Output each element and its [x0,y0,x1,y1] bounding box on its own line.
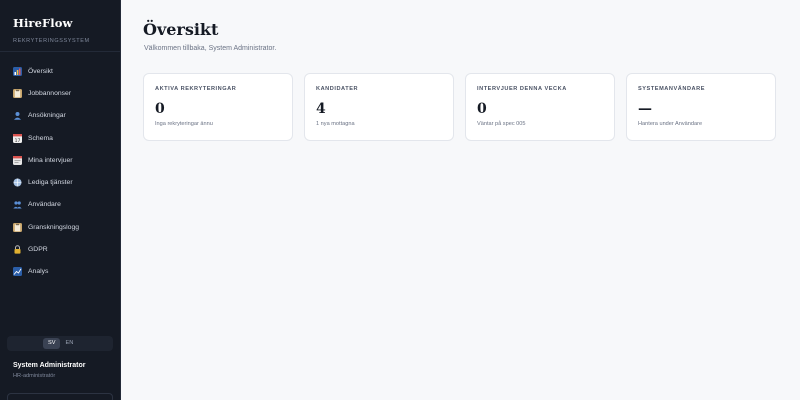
trend-chart-icon [13,267,22,277]
app-subtitle: REKRYTERINGSSYSTEM [13,38,90,44]
stat-cards: AKTIVA REKRYTERINGAR 0 Inga rekryteringa… [143,73,776,141]
stat-card-label: SYSTEMANVÄNDARE [638,86,705,92]
sidebar-item-label: Användare [28,201,61,209]
sidebar-item-oversikt[interactable]: Översikt [0,60,120,82]
sidebar-item-anvandare[interactable]: Användare [0,194,120,216]
person-icon [13,111,22,121]
welcome-text: Välkommen tillbaka, System Administrator… [144,45,277,52]
stat-card-caption: Väntar på spec 005 [477,121,526,127]
language-switcher: SV EN [7,336,113,351]
sidebar: HireFlow REKRYTERINGSSYSTEM Översikt Job… [0,0,121,400]
sidebar-nav: Översikt Jobbannonser Ansökningar 17 Sch… [0,52,120,283]
user-name: System Administrator [13,362,86,369]
sidebar-item-mina-intervjuer[interactable]: Mina intervjuer [0,149,120,171]
stat-card-value: 4 [316,101,326,117]
stat-card-interviews-this-week: INTERVJUER DENNA VECKA 0 Väntar på spec … [465,73,615,141]
sidebar-item-label: Jobbannonser [28,89,72,97]
stat-card-caption: Inga rekryteringar ännu [155,121,213,127]
calendar-icon: 17 [13,133,22,143]
sidebar-item-schema[interactable]: 17 Schema [0,127,120,149]
language-option-en[interactable]: EN [60,338,78,349]
sidebar-item-label: Mina intervjuer [28,156,73,164]
sidebar-item-ansokningar[interactable]: Ansökningar [0,105,120,127]
sidebar-item-gdpr[interactable]: GDPR [0,238,120,260]
stat-card-caption: Hantera under Användare [638,121,703,127]
sidebar-item-label: Schema [28,134,53,142]
globe-icon [13,178,22,187]
stat-card-label: KANDIDATER [316,86,359,92]
language-option-sv[interactable]: SV [43,338,61,349]
sidebar-item-jobbannonser[interactable]: Jobbannonser [0,82,120,104]
lock-icon [13,245,22,254]
stat-card-system-users: SYSTEMANVÄNDARE — Hantera under Användar… [626,73,776,141]
stat-card-candidates: KANDIDATER 4 1 nya mottagna [304,73,454,141]
page-title: Översikt [143,20,219,39]
user-role: HR-administratör [13,373,56,379]
stat-card-value: — [638,101,652,117]
sidebar-bottom-button[interactable] [7,393,113,400]
current-user: System Administrator HR-administratör [13,362,85,379]
svg-text:17: 17 [15,137,21,142]
sidebar-item-granskningslogg[interactable]: Granskningslogg [0,216,120,238]
app-logo-title: HireFlow [13,16,73,30]
main-content: Översikt Välkommen tillbaka, System Admi… [121,0,800,400]
stat-card-value: 0 [477,101,487,117]
clipboard-icon [13,222,22,232]
stat-card-label: AKTIVA REKRYTERINGAR [155,86,237,92]
sidebar-item-lediga-tjanster[interactable]: Lediga tjänster [0,171,120,193]
sidebar-item-label: Lediga tjänster [28,179,73,187]
clipboard-icon [13,88,22,98]
sidebar-item-label: Granskningslogg [28,223,80,231]
sidebar-item-label: Översikt [28,67,53,75]
sidebar-item-label: Ansökningar [28,112,66,120]
stat-card-value: 0 [155,101,165,117]
people-icon [13,200,22,209]
sidebar-item-analys[interactable]: Analys [0,261,120,283]
stat-card-active-recruitments: AKTIVA REKRYTERINGAR 0 Inga rekryteringa… [143,73,293,141]
chart-icon [13,66,22,76]
stat-card-label: INTERVJUER DENNA VECKA [477,86,567,92]
sidebar-item-label: Analys [28,268,49,276]
brand: HireFlow REKRYTERINGSSYSTEM [0,0,120,52]
stat-card-caption: 1 nya mottagna [316,121,355,127]
calendar-icon [13,155,22,165]
sidebar-item-label: GDPR [28,246,48,254]
